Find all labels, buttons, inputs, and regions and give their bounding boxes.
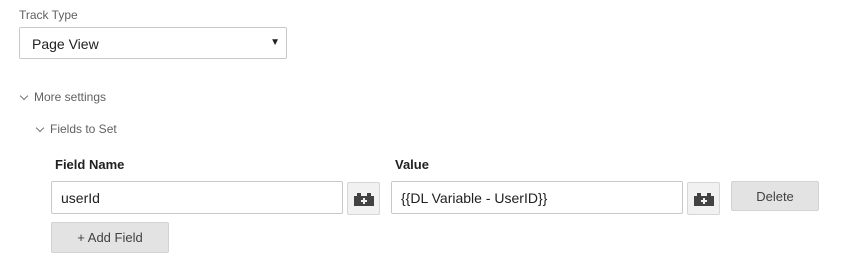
field-value-input[interactable]: {{DL Variable - UserID}}	[391, 181, 683, 214]
variable-brick-icon	[354, 193, 374, 206]
delete-field-button[interactable]: Delete	[731, 181, 819, 211]
fields-to-set-toggle[interactable]: Fields to Set	[35, 122, 117, 136]
track-type-label: Track Type	[19, 8, 78, 22]
chevron-down-icon	[19, 91, 29, 100]
chevron-down-icon	[35, 123, 45, 132]
track-type-select[interactable]: Page View ▼	[19, 27, 287, 59]
fields-to-set-label: Fields to Set	[50, 122, 117, 136]
dropdown-arrow-icon: ▼	[270, 37, 280, 48]
field-name-variable-button[interactable]	[347, 182, 380, 215]
variable-brick-icon	[694, 193, 714, 206]
more-settings-label: More settings	[34, 90, 107, 104]
field-value-input-value: {{DL Variable - UserID}}	[401, 190, 548, 206]
add-field-button[interactable]: + Add Field	[51, 222, 169, 253]
field-name-input-value: userId	[61, 190, 100, 206]
value-header: Value	[395, 157, 429, 172]
field-name-input[interactable]: userId	[51, 181, 343, 214]
delete-field-button-label: Delete	[756, 188, 794, 204]
more-settings-toggle[interactable]: More settings	[19, 90, 107, 104]
track-type-selected-value: Page View	[32, 36, 99, 52]
field-value-variable-button[interactable]	[687, 182, 720, 215]
field-name-header: Field Name	[55, 157, 125, 172]
add-field-button-label: + Add Field	[77, 230, 143, 245]
